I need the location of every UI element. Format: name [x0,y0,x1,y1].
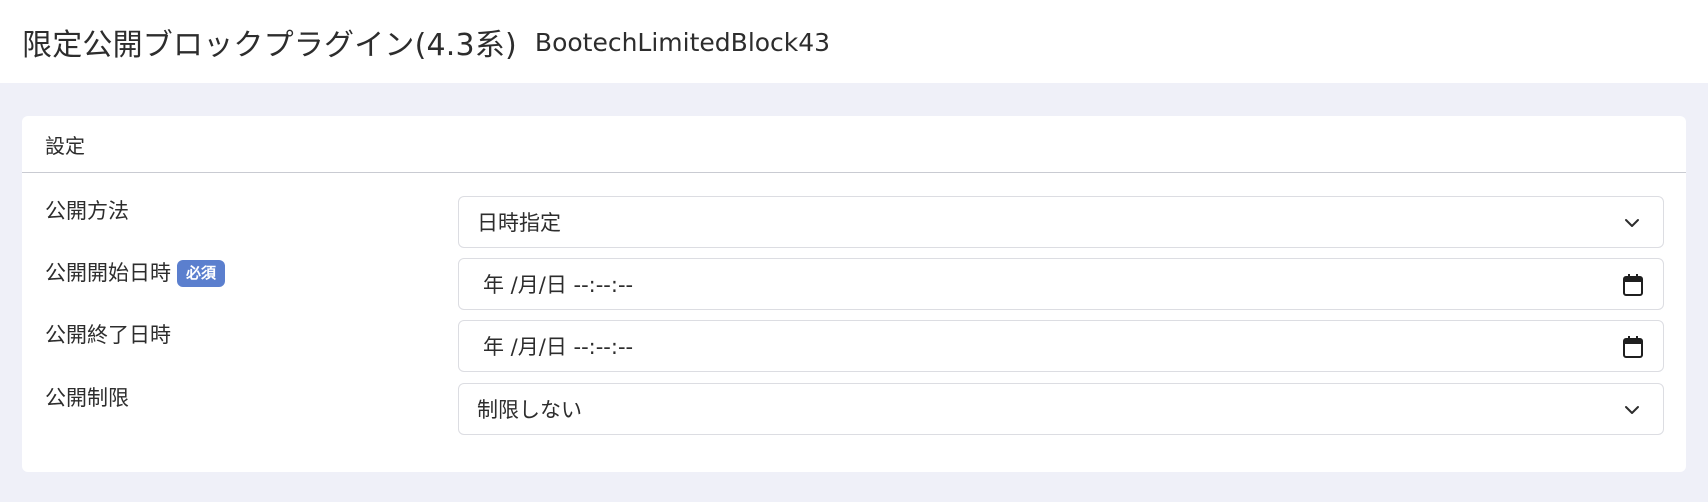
publish-method-value: 日時指定 [477,211,561,235]
start-datetime-label-text: 公開開始日時 [45,261,171,285]
card-header: 設定 [22,116,1686,173]
form-row-end-datetime: 公開終了日時 年 /月/日 --:--:-- [22,320,1686,372]
chevron-down-icon [1625,219,1639,227]
calendar-icon[interactable] [1623,274,1643,296]
page-title: 限定公開ブロックプラグイン(4.3系) [22,27,517,63]
form-row-publish-method: 公開方法 日時指定 [22,196,1686,248]
start-datetime-input[interactable]: 年 /月/日 --:--:-- [458,258,1664,310]
restriction-label: 公開制限 [45,383,129,413]
publish-method-select[interactable]: 日時指定 [458,196,1664,248]
chevron-down-icon [1625,406,1639,414]
publish-method-label-text: 公開方法 [45,199,129,223]
settings-card: 設定 公開方法 日時指定 公開開始日時 必須 年 /月/日 --:--:-- 公… [22,116,1686,472]
form-row-start-datetime: 公開開始日時 必須 年 /月/日 --:--:-- [22,258,1686,310]
form-row-restriction: 公開制限 制限しない [22,383,1686,435]
restriction-value: 制限しない [477,398,582,422]
card-title: 設定 [45,133,85,158]
end-datetime-label-text: 公開終了日時 [45,323,171,347]
end-datetime-input[interactable]: 年 /月/日 --:--:-- [458,320,1664,372]
start-datetime-placeholder: 年 /月/日 --:--:-- [483,273,634,297]
page-header: 限定公開ブロックプラグイン(4.3系) BootechLimitedBlock4… [0,0,1708,83]
required-badge: 必須 [177,259,226,287]
end-datetime-label: 公開終了日時 [45,320,171,350]
plugin-code: BootechLimitedBlock43 [534,28,831,57]
start-datetime-label: 公開開始日時 必須 [45,258,226,288]
calendar-icon[interactable] [1623,336,1643,358]
restriction-label-text: 公開制限 [45,386,129,410]
publish-method-label: 公開方法 [45,196,129,226]
end-datetime-placeholder: 年 /月/日 --:--:-- [483,335,634,359]
restriction-select[interactable]: 制限しない [458,383,1664,435]
